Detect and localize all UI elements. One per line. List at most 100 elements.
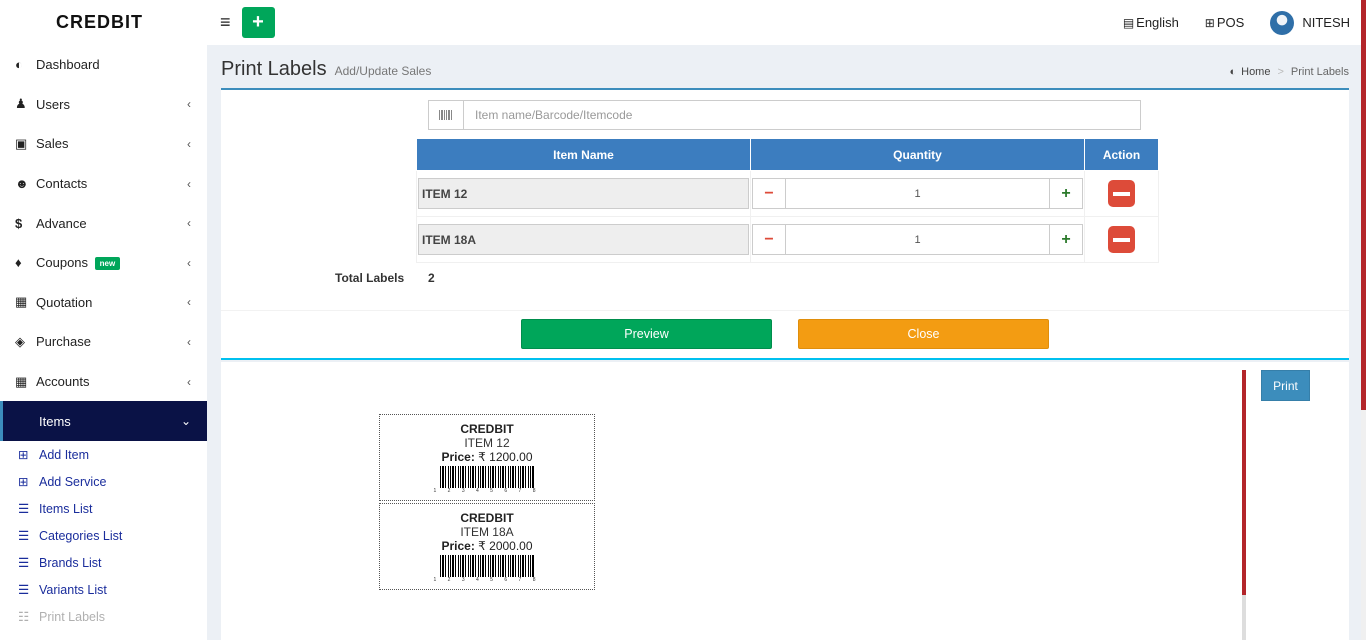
sidebar-item-users[interactable]: ♟ Users ‹: [0, 85, 207, 125]
preview-button[interactable]: Preview: [521, 319, 772, 349]
submenu-categories-list[interactable]: ☰ Categories List: [0, 522, 207, 549]
breadcrumb-current: Print Labels: [1290, 66, 1349, 78]
page-scrollbar-thumb[interactable]: [1361, 0, 1366, 410]
sidebar-item-quotation[interactable]: ▦ Quotation ‹: [0, 283, 207, 323]
submenu-brands-list[interactable]: ☰ Brands List: [0, 549, 207, 576]
chevron-left-icon: ‹: [187, 334, 191, 349]
items-table: Item Name Quantity Action ITEM 12 − + IT…: [416, 138, 1159, 263]
items-submenu: ⊞ Add Item ⊞ Add Service ☰ Items List ☰ …: [0, 441, 207, 630]
submenu-items-list[interactable]: ☰ Items List: [0, 495, 207, 522]
user-menu[interactable]: NITESH: [1270, 10, 1350, 35]
breadcrumb-home[interactable]: Home: [1241, 66, 1270, 78]
users-icon: ☻: [15, 176, 29, 192]
table-row: ITEM 12 − +: [416, 170, 1159, 217]
new-badge: new: [94, 257, 121, 271]
sidebar-item-sales[interactable]: ▣ Sales ‹: [0, 124, 207, 164]
list-icon: ☰: [18, 529, 30, 544]
sidebar-item-advance[interactable]: $ Advance ‹: [0, 203, 207, 243]
label-store-name: CREDBIT: [460, 422, 514, 436]
sidebar-item-label: Accounts: [36, 374, 90, 390]
sidebar-item-items[interactable]: Items ⌄: [0, 401, 207, 442]
submenu-add-item[interactable]: ⊞ Add Item: [0, 441, 207, 468]
language-selector[interactable]: ▤ English: [1123, 15, 1179, 30]
brand-logo[interactable]: CREDBIT: [0, 0, 207, 45]
sidebar-item-purchase[interactable]: ◈ Purchase ‹: [0, 322, 207, 362]
increase-quantity-button[interactable]: +: [1049, 179, 1082, 208]
search-input[interactable]: [464, 101, 1140, 129]
minus-icon: [1113, 237, 1130, 242]
header-right: ▤ English ⊞ POS NITESH: [1097, 10, 1366, 35]
cube-icon: ◈: [15, 333, 25, 349]
remove-item-button[interactable]: [1108, 226, 1135, 253]
barcode-image: [440, 466, 534, 488]
sidebar-item-label: Quotation: [36, 294, 93, 310]
pos-link[interactable]: ⊞ POS: [1205, 15, 1245, 30]
user-plus-icon: ♟: [15, 96, 27, 112]
breadcrumb-separator: >: [1277, 66, 1284, 78]
item-name-field: ITEM 12: [418, 178, 749, 209]
dashboard-icon: ◐: [15, 57, 23, 73]
sidebar: CREDBIT ◐ Dashboard ♟ Users ‹ ▣ Sales ‹ …: [0, 0, 207, 640]
chevron-down-icon: ⌄: [180, 414, 191, 429]
label-store-name: CREDBIT: [460, 511, 514, 525]
plus-square-icon: ⊞: [1204, 15, 1215, 30]
calendar-icon: ▦: [15, 294, 28, 310]
plus-square-icon: ⊞: [18, 448, 29, 463]
sidebar-item-accounts[interactable]: ▦ Accounts ‹: [0, 362, 207, 402]
barcode-digits: 1 2 3 4 5 6 7 8: [433, 577, 541, 583]
chevron-left-icon: ‹: [187, 295, 191, 310]
submenu-label: Add Item: [39, 447, 90, 462]
column-header: Item Name: [416, 138, 751, 171]
minus-icon: [1113, 191, 1130, 196]
quantity-stepper: − +: [752, 224, 1083, 255]
pos-label: POS: [1216, 15, 1245, 30]
label-card: CREDBIT ITEM 12 Price: ₹ 1200.00 1 2 3 4…: [379, 414, 595, 501]
label-item-name: ITEM 12: [464, 436, 510, 450]
grid-icon: ▦: [15, 373, 28, 389]
tags-icon: ♦: [15, 255, 22, 271]
label-item-name: ITEM 18A: [460, 525, 514, 539]
quantity-input[interactable]: [786, 179, 1049, 208]
page-title: Print Labels: [221, 58, 327, 80]
quick-add-button[interactable]: +: [241, 7, 275, 38]
chevron-left-icon: ‹: [187, 255, 191, 270]
submenu-label: Brands List: [39, 555, 102, 570]
sidebar-item-label: Purchase: [36, 334, 91, 350]
sidebar-item-label: Users: [36, 96, 70, 112]
barcode-digits: 1 2 3 4 5 6 7 8: [433, 488, 541, 494]
sidebar-menu: ◐ Dashboard ♟ Users ‹ ▣ Sales ‹ ☻ Contac…: [0, 45, 207, 442]
preview-scrollbar-thumb[interactable]: [1242, 370, 1246, 595]
sidebar-item-label: Items: [39, 413, 71, 429]
submenu-variants-list[interactable]: ☰ Variants List: [0, 576, 207, 603]
sidebar-item-contacts[interactable]: ☻ Contacts ‹: [0, 164, 207, 204]
close-button[interactable]: Close: [798, 319, 1049, 349]
language-label: English: [1136, 15, 1179, 30]
dollar-icon: $: [15, 215, 23, 231]
dashboard-icon: ◐: [1229, 66, 1237, 78]
user-name: NITESH: [1302, 15, 1350, 30]
content-header: Print Labels Add/Update Sales ◐ Home > P…: [221, 58, 1349, 86]
list-icon: ☰: [18, 502, 30, 517]
barcode-icon: ☷: [18, 610, 30, 625]
increase-quantity-button[interactable]: +: [1049, 225, 1082, 254]
sidebar-item-dashboard[interactable]: ◐ Dashboard: [0, 45, 207, 85]
avatar: [1270, 10, 1295, 35]
label-price-title: Price:: [441, 539, 475, 553]
quantity-stepper: − +: [752, 178, 1083, 209]
submenu-add-service[interactable]: ⊞ Add Service: [0, 468, 207, 495]
column-header: Quantity: [750, 138, 1085, 171]
sidebar-item-label: Coupons: [36, 255, 89, 271]
remove-item-button[interactable]: [1108, 180, 1135, 207]
print-button[interactable]: Print: [1261, 370, 1310, 401]
submenu-label: Add Service: [39, 474, 107, 489]
chevron-left-icon: ‹: [187, 374, 191, 389]
decrease-quantity-button[interactable]: −: [753, 179, 786, 208]
page-scrollbar[interactable]: [1361, 0, 1366, 640]
decrease-quantity-button[interactable]: −: [753, 225, 786, 254]
sidebar-item-coupons[interactable]: ♦ Coupons new ‹: [0, 243, 207, 283]
preview-scrollbar[interactable]: [1242, 370, 1246, 640]
menu-toggle-icon[interactable]: ≡: [220, 12, 231, 33]
submenu-print-labels[interactable]: ☷ Print Labels: [0, 603, 207, 630]
submenu-label: Categories List: [39, 528, 123, 543]
quantity-input[interactable]: [786, 225, 1049, 254]
